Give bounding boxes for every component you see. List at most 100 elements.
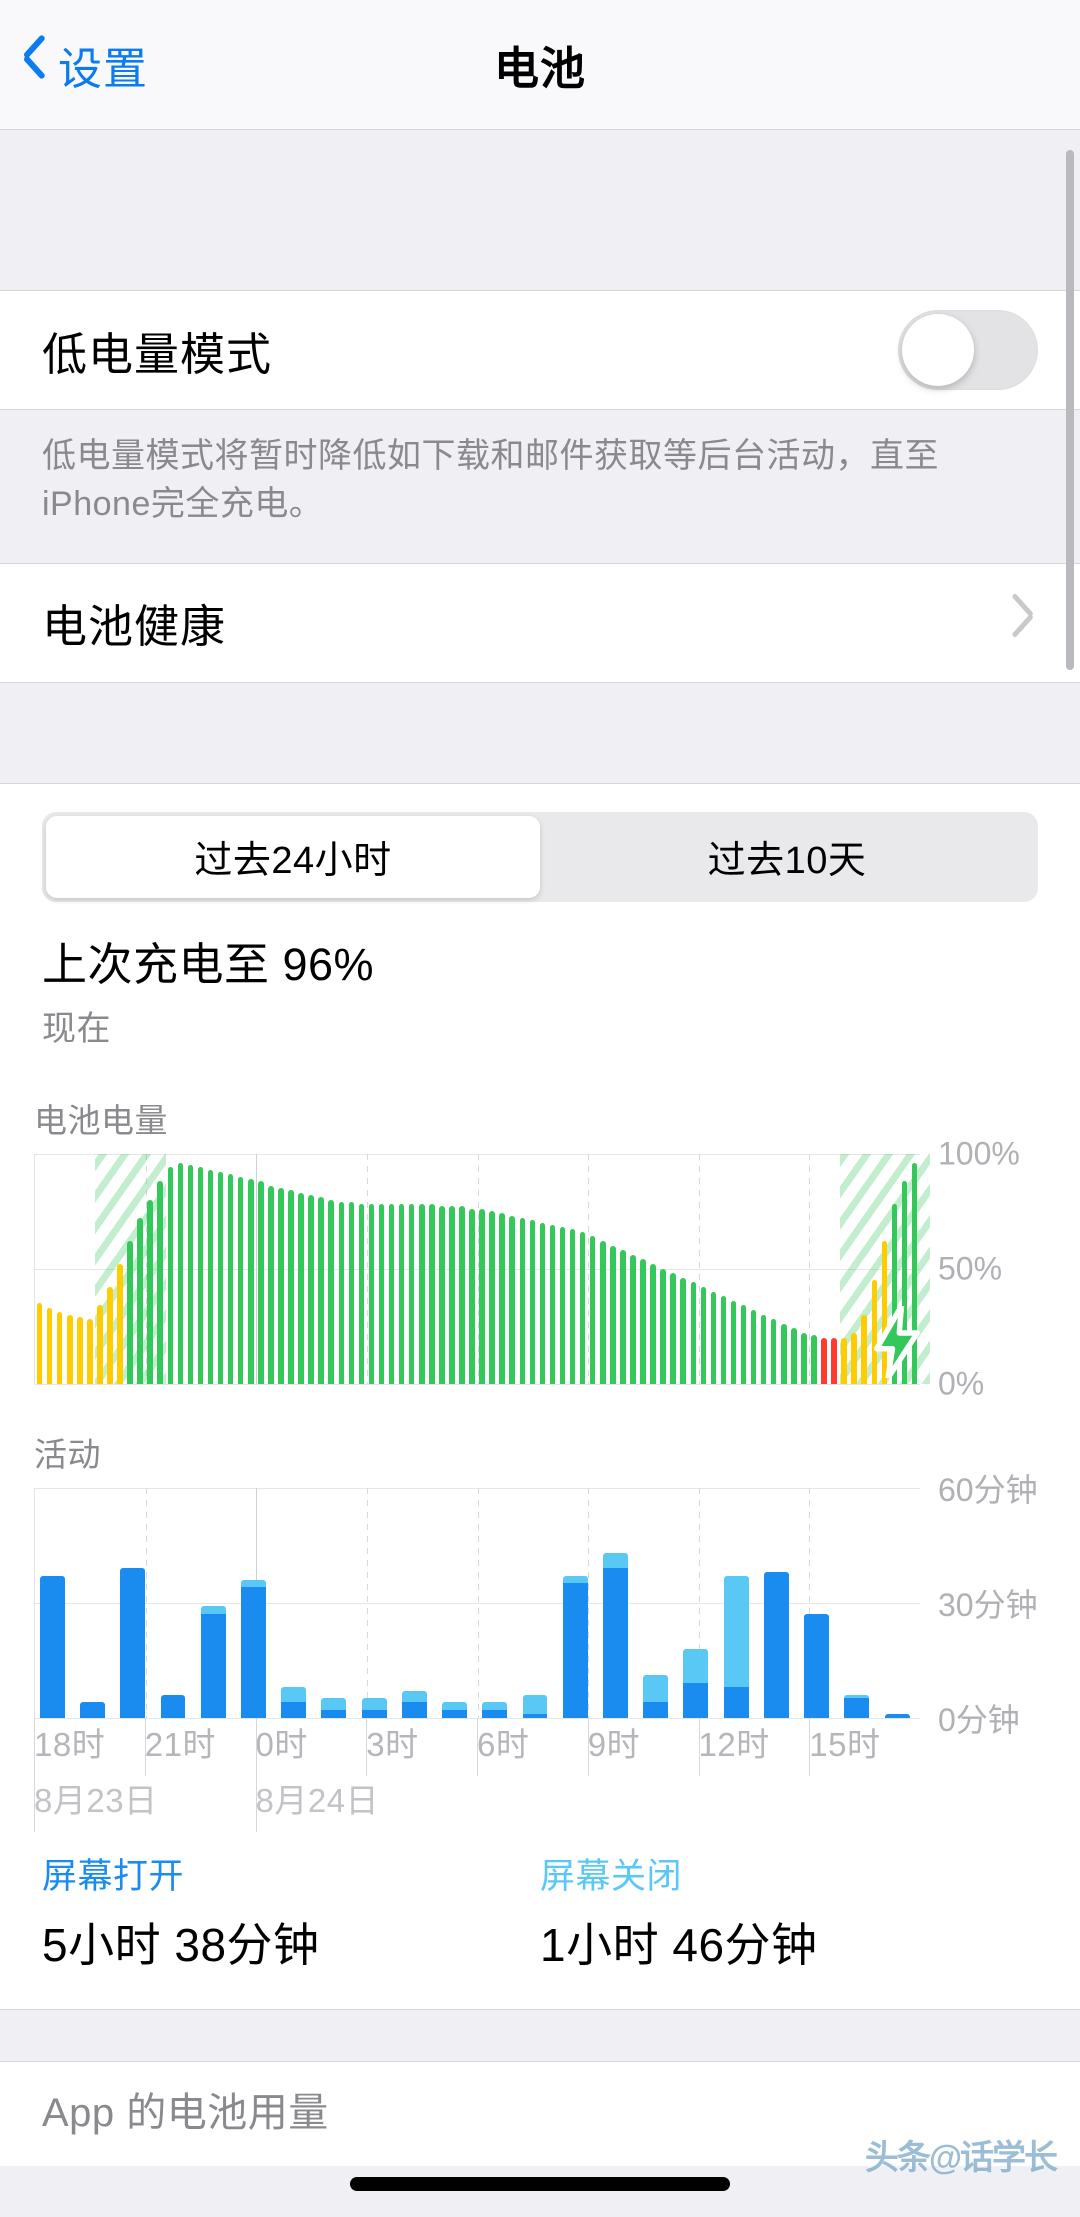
page-title: 电池 [493, 43, 586, 94]
activity-bar-screen-on [80, 1702, 105, 1718]
battery-level-bar [117, 1263, 123, 1384]
activity-chart: 活动 0分钟 30分钟 60分钟 18时 21时 0时 3时 6时 9时 12时 15时 8月23… [0, 1428, 1080, 1832]
battery-level-chart-area: 0% 50% 100% [0, 1135, 1080, 1401]
battery-level-bar [479, 1208, 485, 1384]
battery-level-bar [56, 1312, 63, 1384]
x-tick-label: 3时 [366, 1725, 419, 1763]
activity-bar-screen-off [442, 1702, 468, 1710]
x-tick-label: 18时 [34, 1725, 106, 1763]
battery-level-bar [599, 1240, 606, 1384]
gridline-vertical [588, 1487, 590, 1718]
battery-level-bar [459, 1206, 465, 1384]
activity-bar-screen-off [321, 1698, 347, 1710]
battery-level-bar [358, 1204, 365, 1384]
battery-usage-panel: 过去24小时 过去10天 上次充电至 96% 现在 电池电量 0% 50% 100%… [0, 782, 1080, 2166]
battery-level-bar [46, 1307, 53, 1384]
gridline-vertical [366, 1153, 368, 1384]
y-tick-label: 50% [938, 1250, 1003, 1287]
chevron-right-icon [1016, 603, 1038, 643]
battery-level-chart-title: 电池电量 [34, 1101, 168, 1139]
activity-bar-screen-off [522, 1694, 548, 1714]
chevron-left-icon [22, 42, 48, 88]
battery-level-bar [418, 1204, 425, 1384]
lightning-bolt-icon [870, 1302, 924, 1381]
battery-level-bar [760, 1314, 767, 1384]
battery-health-label: 电池健康 [42, 601, 227, 653]
low-power-mode-toggle[interactable] [898, 310, 1038, 390]
activity-plot[interactable] [34, 1487, 920, 1719]
back-button[interactable]: 设置 [22, 33, 148, 97]
battery-health-row[interactable]: 电池健康 [0, 562, 1080, 683]
low-power-mode-footnote: 低电量模式将暂时降低如下载和邮件获取等后台活动，直至 iPhone完全充电。 [0, 410, 1080, 563]
app-battery-usage-label: App 的电池用量 [42, 2090, 329, 2135]
battery-level-bar [268, 1185, 274, 1384]
battery-level-bar [579, 1231, 586, 1384]
battery-level-bar [710, 1291, 717, 1384]
screen-on-block: 屏幕打开 5小时 38分钟 [42, 1848, 540, 1975]
scrollbar[interactable] [1066, 150, 1074, 670]
activity-bar-screen-on [240, 1587, 266, 1718]
tick-separator [255, 1717, 257, 1776]
activity-bar-screen-on [442, 1709, 468, 1718]
battery-level-bar [217, 1171, 224, 1384]
battery-level-bar [519, 1217, 526, 1384]
battery-level-bar [167, 1167, 174, 1384]
battery-level-bar [610, 1245, 616, 1384]
low-power-mode-row[interactable]: 低电量模式 [0, 290, 1080, 410]
segment-last-24-hours[interactable]: 过去24小时 [46, 815, 540, 898]
activity-bar-screen-on [482, 1709, 508, 1718]
activity-bar-screen-on [281, 1702, 307, 1718]
battery-level-y-axis: 0% 50% 100% [920, 1135, 1080, 1401]
battery-level-bar [177, 1162, 184, 1384]
battery-settings-screen: 设置 电池 低电量模式 低电量模式将暂时降低如下载和邮件获取等后台活动，直至 i… [0, 0, 1080, 2217]
activity-bar-screen-on [401, 1702, 427, 1718]
screen-off-value: 1小时 46分钟 [540, 1918, 818, 1971]
battery-level-bar [770, 1319, 777, 1384]
battery-level-bar [157, 1181, 164, 1384]
y-tick-label: 0分钟 [938, 1701, 1020, 1738]
battery-level-bar [258, 1181, 264, 1384]
battery-level-bar [398, 1204, 405, 1384]
battery-level-plot[interactable] [34, 1153, 931, 1385]
battery-level-chart: 电池电量 0% 50% 100% [0, 1094, 1080, 1401]
battery-level-bar [288, 1190, 294, 1384]
battery-level-bar [348, 1201, 355, 1384]
battery-level-bar [318, 1197, 324, 1384]
battery-level-bar [278, 1188, 284, 1384]
activity-bar-screen-on [361, 1709, 387, 1718]
activity-bar-screen-on [683, 1683, 709, 1718]
battery-level-bar [529, 1220, 536, 1384]
last-charge-title: 上次充电至 96% [42, 938, 375, 990]
time-range-segmented-control[interactable]: 过去24小时 过去10天 [42, 811, 1038, 902]
battery-level-bar [197, 1167, 204, 1384]
activity-bar-screen-on [643, 1702, 669, 1718]
battery-level-bar [36, 1303, 43, 1384]
battery-level-bar [539, 1222, 546, 1384]
battery-level-bar [499, 1213, 505, 1384]
battery-level-bar [147, 1199, 153, 1384]
low-power-mode-label: 低电量模式 [42, 328, 273, 380]
battery-level-bar [378, 1204, 385, 1384]
battery-level-bar [660, 1268, 666, 1384]
gridline [35, 1383, 920, 1385]
battery-level-bar [97, 1305, 103, 1384]
y-tick-label: 100% [938, 1135, 1020, 1172]
battery-level-bar [87, 1319, 93, 1384]
segment-last-10-days[interactable]: 过去10天 [540, 816, 1034, 898]
gridline-vertical [366, 1487, 368, 1718]
activity-bar-screen-on [562, 1583, 588, 1718]
navigation-bar: 设置 电池 [0, 0, 1080, 130]
battery-level-bar [791, 1328, 797, 1384]
battery-level-bar [328, 1199, 334, 1384]
activity-bar-screen-on [39, 1575, 65, 1718]
tick-separator [477, 1717, 478, 1776]
tick-separator [144, 1717, 146, 1776]
activity-bar-screen-on [200, 1614, 226, 1718]
activity-bar-screen-on [120, 1568, 146, 1718]
battery-level-bar [338, 1201, 345, 1384]
spacer-mid [0, 682, 1080, 783]
home-indicator[interactable] [350, 2177, 730, 2191]
activity-bar-screen-on [160, 1694, 186, 1718]
battery-level-bar [630, 1254, 636, 1384]
activity-x-axis-labels: 18时 21时 0时 3时 6时 9时 12时 15时 [34, 1717, 920, 1776]
